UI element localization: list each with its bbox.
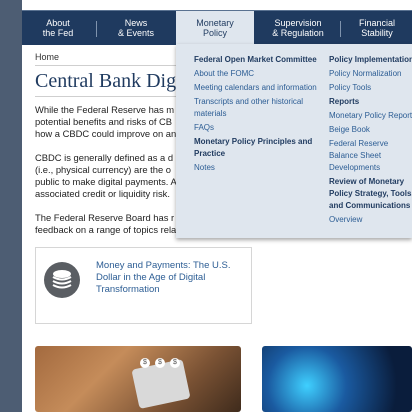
breadcrumb-home[interactable]: Home [35,52,59,62]
left-background-band [0,0,22,412]
nav-supervision-line1: Supervision [274,18,322,28]
top-navigation: About the Fed News & Events Monetary Pol… [22,10,412,45]
text-line: associated credit or liquidity risk. [35,188,170,199]
col2-menu-item[interactable]: Beige Book [329,124,412,136]
dropdown-column-1: Federal Open Market Committee About the F… [194,54,319,174]
nav-supervision-line2: & Regulation [272,28,324,38]
definition-paragraph: CBDC is generally defined as a d (i.e., … [35,152,177,200]
nav-monetary-policy[interactable]: Monetary Policy [176,11,254,45]
col1-menu-item[interactable]: Meeting calendars and information [194,82,319,94]
col1-menu-item[interactable]: FAQs [194,122,319,134]
nav-about-line2: the Fed [42,28,74,38]
nav-supervision-regulation[interactable]: Supervision & Regulation [258,11,338,45]
nav-financial-stability[interactable]: Financial Stability [342,11,412,45]
nav-divider [340,21,341,37]
dropdown-column-2: Policy Implementation Policy Normalizatio… [329,54,412,226]
col1-section-heading[interactable]: Federal Open Market Committee [194,54,319,66]
nav-news-line2: & Events [117,28,155,38]
text-line: CBDC is generally defined as a d [35,152,174,163]
coin-icon: $ [140,358,150,368]
col2-section-heading[interactable]: Reports [329,96,412,108]
coin-icon: $ [155,358,165,368]
col1-menu-item[interactable]: Transcripts and other historical materia… [194,96,319,120]
card-link-text[interactable]: Money and Payments: The U.S. Dollar in t… [96,260,241,296]
mobile-payment-image: $ $ $ [35,346,241,412]
monetary-policy-dropdown: Federal Open Market Committee About the F… [176,44,412,238]
digital-network-image [262,346,412,412]
text-line: public to make digital payments. A [35,176,177,187]
nav-divider [96,21,97,37]
coin-icon: $ [170,358,180,368]
col1-section-heading[interactable]: Monetary Policy Principles and Practice [194,136,319,160]
nav-about-line1: About [46,18,70,28]
nav-about[interactable]: About the Fed [22,11,94,45]
stack-coins-icon [44,262,80,298]
text-line: While the Federal Reserve has m [35,104,175,115]
nav-news-events[interactable]: News & Events [98,11,174,45]
nav-monetary-line2: Policy [202,28,227,38]
nav-financial-line2: Stability [361,28,393,38]
col1-menu-item[interactable]: About the FOMC [194,68,319,80]
col2-menu-item[interactable]: Monetary Policy Report [329,110,412,122]
col2-menu-item[interactable]: Policy Normalization [329,68,412,80]
col2-menu-item[interactable]: Overview [329,214,412,226]
text-line: feedback on a range of topics rela [35,224,177,235]
text-line: The Federal Reserve Board has r [35,212,175,223]
col1-menu-item[interactable]: Notes [194,162,319,174]
text-line: (i.e., physical currency) are the o [35,164,171,175]
col2-section-heading[interactable]: Review of Monetary Policy Strategy, Tool… [329,176,412,212]
intro-paragraph: While the Federal Reserve has m potentia… [35,104,176,140]
col2-section-heading[interactable]: Policy Implementation [329,54,412,66]
col2-menu-item[interactable]: Federal Reserve Balance Sheet Developmen… [329,138,412,174]
board-paragraph: The Federal Reserve Board has r feedback… [35,212,176,236]
nav-monetary-line1: Monetary [196,18,234,28]
nav-news-line1: News [124,18,148,28]
text-line: potential benefits and risks of CB [35,116,173,127]
text-line: how a CBDC could improve on an [35,128,177,139]
nav-financial-line1: Financial [358,18,396,28]
featured-link-card[interactable]: Money and Payments: The U.S. Dollar in t… [35,247,252,324]
col2-menu-item[interactable]: Policy Tools [329,82,412,94]
